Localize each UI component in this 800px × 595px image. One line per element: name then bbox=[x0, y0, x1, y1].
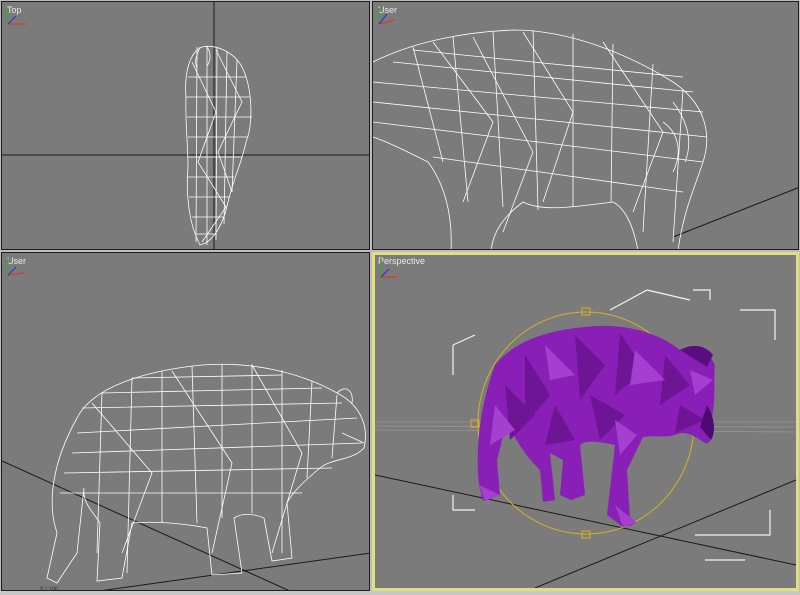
viewport-perspective[interactable]: Perspective bbox=[372, 252, 799, 591]
status-text: 0 / 100 bbox=[40, 587, 59, 593]
grid-line bbox=[375, 474, 796, 566]
viewport-top-canvas[interactable] bbox=[2, 2, 370, 250]
bear-wireframe-top bbox=[185, 45, 252, 246]
axis-tripod-icon bbox=[7, 259, 25, 276]
viewport-user-canvas[interactable] bbox=[373, 2, 799, 250]
viewport-perspective-canvas[interactable] bbox=[375, 255, 796, 588]
status-bar: 0 / 100 bbox=[0, 587, 800, 595]
grid-line bbox=[2, 460, 289, 590]
bear-wireframe-closeup bbox=[373, 29, 708, 249]
viewport-user-top-right[interactable]: User bbox=[372, 1, 799, 250]
bear-wireframe-side bbox=[46, 363, 366, 584]
grid-line bbox=[102, 552, 369, 590]
bear-model-solid bbox=[477, 325, 715, 527]
axis-tripod-icon bbox=[380, 261, 397, 278]
viewport-user-canvas[interactable] bbox=[2, 253, 370, 591]
axis-tripod-icon bbox=[7, 8, 26, 25]
axis-tripod-icon bbox=[378, 8, 396, 25]
viewport-top[interactable]: Top bbox=[1, 1, 370, 250]
viewport-user-bottom-left[interactable]: User bbox=[1, 252, 370, 591]
